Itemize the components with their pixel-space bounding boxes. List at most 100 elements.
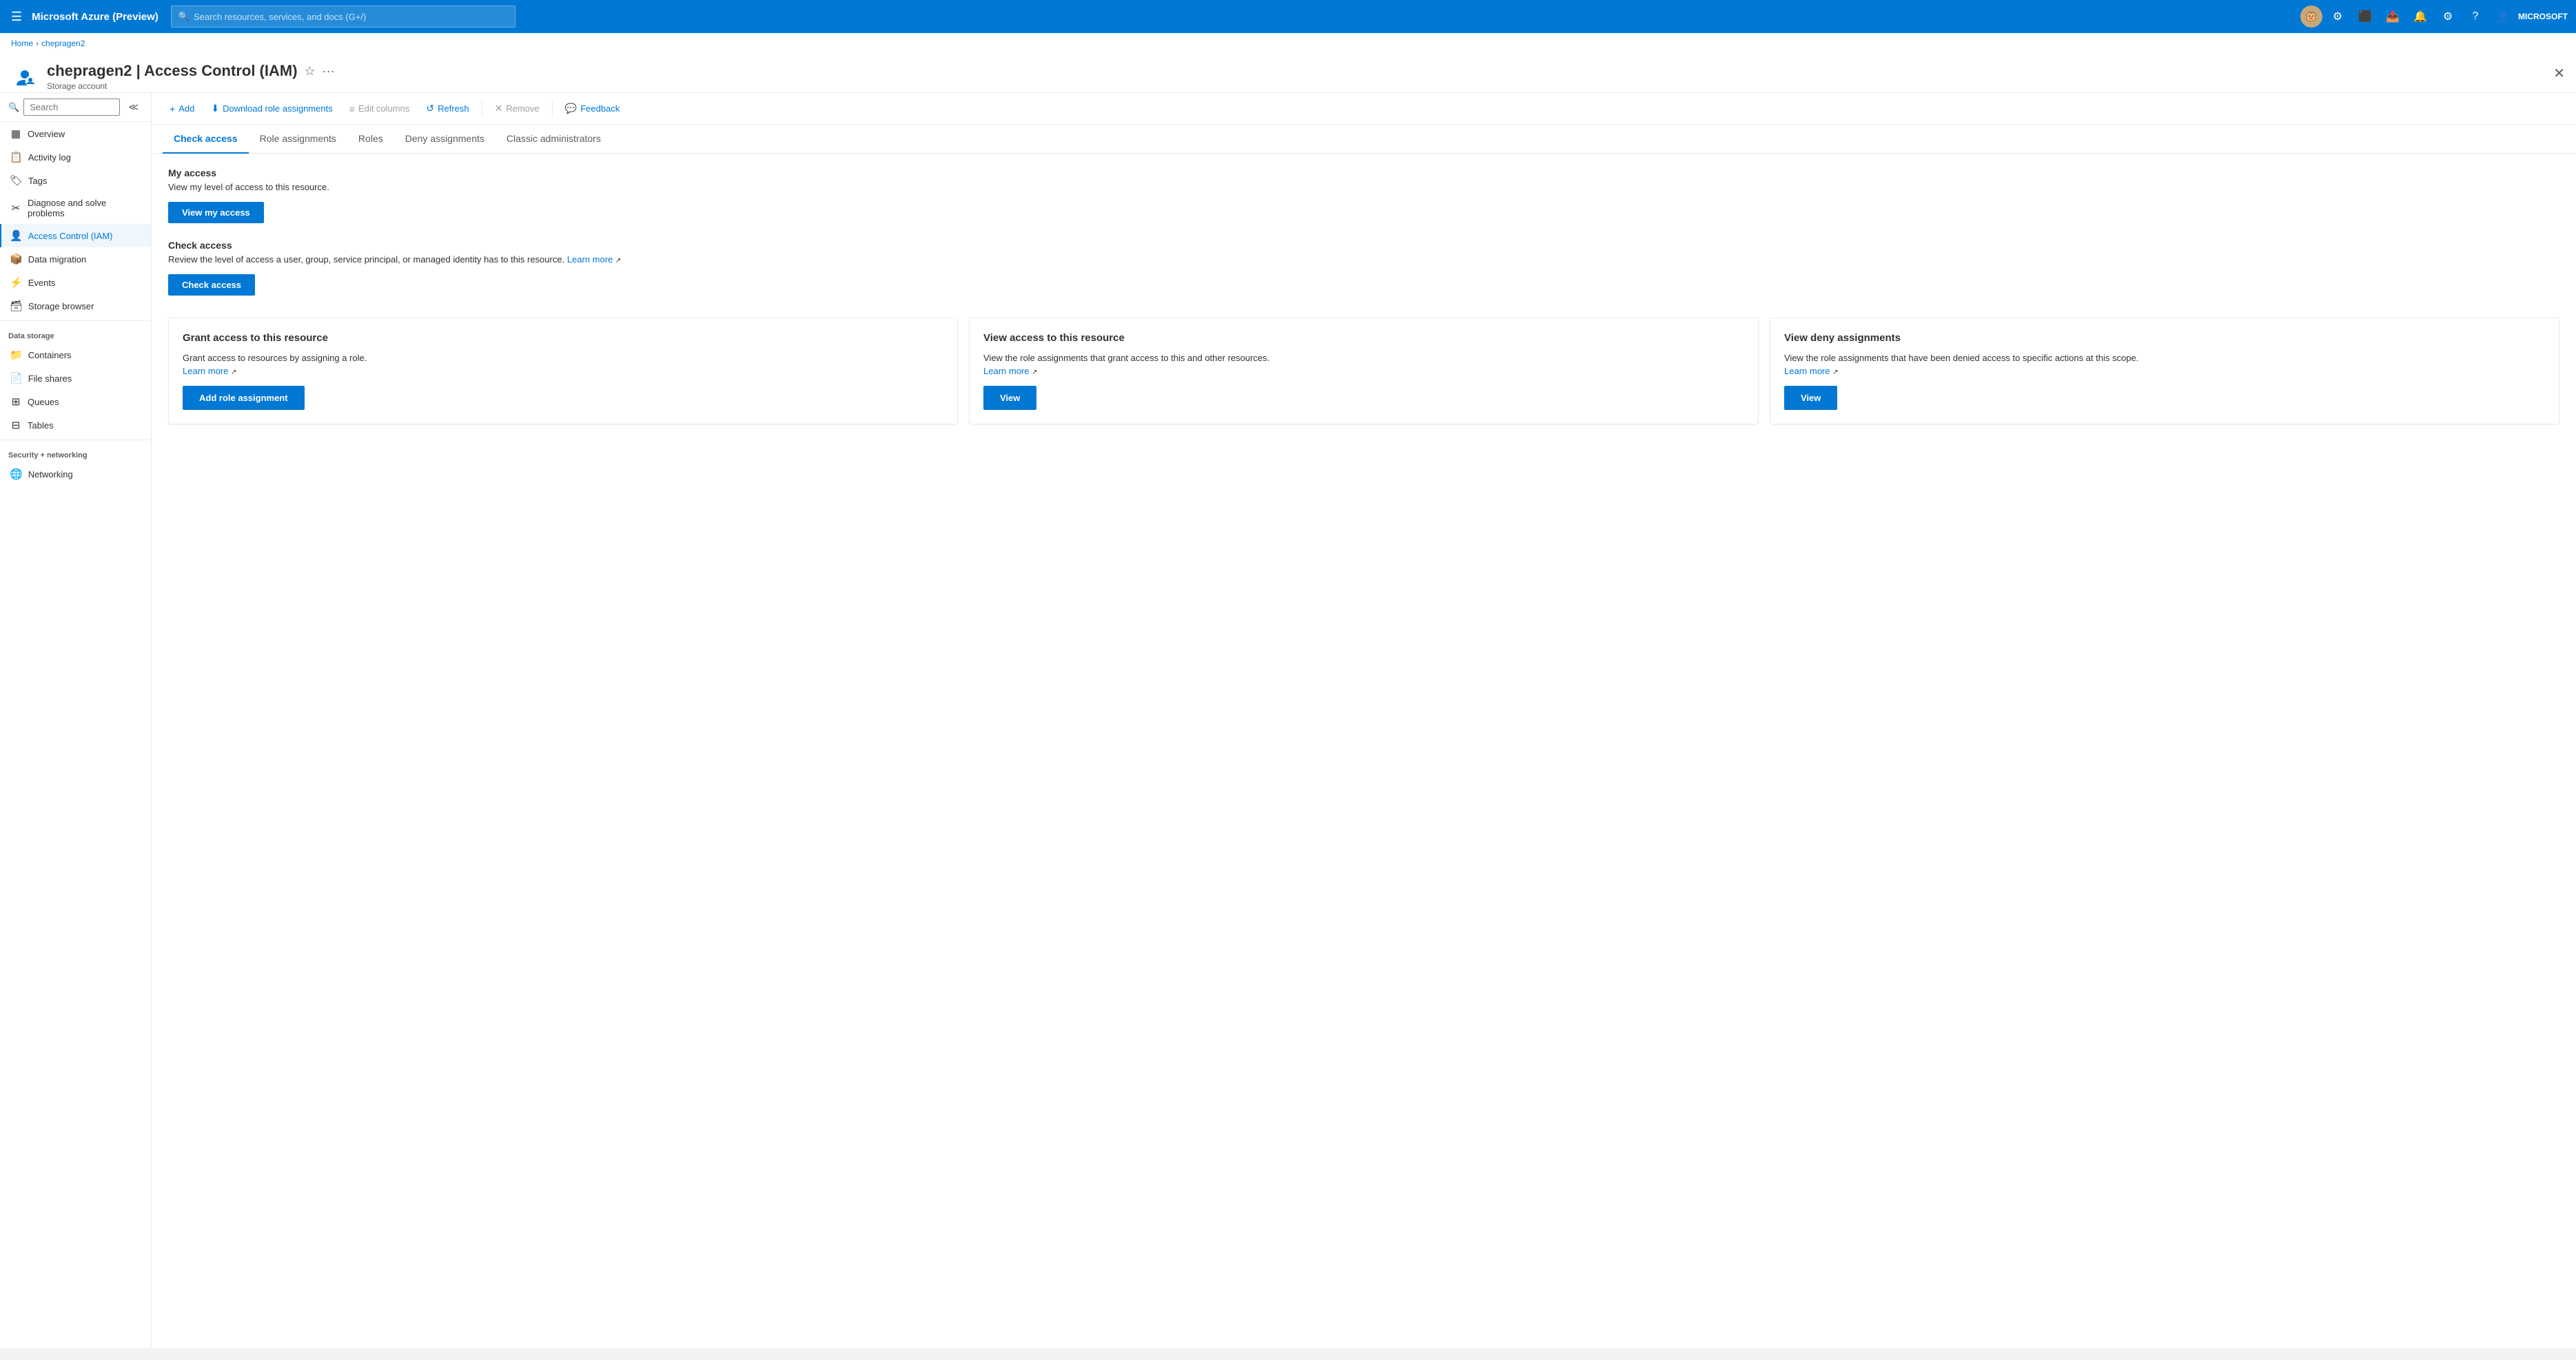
access-control-icon: 👤 — [10, 229, 23, 242]
view-access-learn-more-link[interactable]: Learn more — [983, 366, 1029, 376]
search-input[interactable] — [194, 12, 508, 22]
settings-icon[interactable]: ⚙ — [2435, 4, 2460, 29]
view-deny-card-title: View deny assignments — [1784, 332, 2545, 344]
check-access-section: Check access Review the level of access … — [168, 240, 2559, 312]
page-title: chepragen2 | Access Control (IAM) — [47, 62, 298, 80]
add-button[interactable]: + Add — [163, 99, 201, 119]
cards-row: Grant access to this resource Grant acce… — [168, 318, 2559, 424]
file-shares-icon: 📄 — [10, 372, 23, 384]
sidebar-item-data-migration[interactable]: 📦 Data migration — [0, 247, 151, 271]
tab-check-access[interactable]: Check access — [163, 125, 249, 154]
sidebar-item-activity-log[interactable]: 📋 Activity log — [0, 145, 151, 169]
content-area: + Add ⬇ Download role assignments ≡ Edit… — [152, 93, 2576, 1348]
refresh-icon: ↺ — [426, 103, 434, 114]
containers-icon: 📁 — [10, 349, 23, 361]
sidebar-item-label: Queues — [28, 397, 59, 407]
sidebar-item-label: Overview — [28, 129, 65, 139]
edit-columns-button[interactable]: ≡ Edit columns — [343, 99, 417, 119]
page-header: chepragen2 | Access Control (IAM) ☆ ··· … — [0, 54, 2576, 93]
view-access-button[interactable]: View — [983, 386, 1036, 410]
close-button[interactable]: ✕ — [2553, 65, 2565, 82]
sidebar-search-input[interactable] — [23, 99, 120, 116]
check-access-description: Review the level of access a user, group… — [168, 254, 2559, 266]
my-access-title: My access — [168, 167, 2559, 178]
external-link-icon-2: ↗ — [1032, 369, 1037, 376]
hamburger-menu[interactable]: ☰ — [8, 7, 25, 27]
sidebar-collapse-button[interactable]: ≪ — [124, 100, 143, 114]
app-logo: Microsoft Azure (Preview) — [32, 11, 159, 23]
sidebar-item-label: Tags — [28, 176, 47, 186]
view-access-card: View access to this resource View the ro… — [969, 318, 1759, 424]
grant-access-learn-more-link[interactable]: Learn more — [183, 366, 228, 376]
download-icon: ⬇ — [211, 103, 219, 114]
breadcrumb-separator: › — [36, 39, 39, 48]
feedback-icon: 💬 — [565, 103, 577, 114]
sidebar-item-containers[interactable]: 📁 Containers — [0, 343, 151, 367]
sidebar-item-label: Diagnose and solve problems — [28, 198, 143, 218]
sidebar-item-queues[interactable]: ⊞ Queues — [0, 390, 151, 413]
favorite-icon[interactable]: ☆ — [305, 64, 316, 79]
tab-role-assignments[interactable]: Role assignments — [249, 125, 347, 154]
view-deny-button[interactable]: View — [1784, 386, 1837, 410]
view-deny-learn-more-link[interactable]: Learn more — [1784, 366, 1830, 376]
directory-icon[interactable]: 👤 — [2491, 4, 2515, 29]
view-access-card-title: View access to this resource — [983, 332, 1744, 344]
refresh-button[interactable]: ↺ Refresh — [419, 99, 476, 119]
check-access-button[interactable]: Check access — [168, 274, 255, 296]
sidebar-item-diagnose[interactable]: ✂ Diagnose and solve problems — [0, 192, 151, 224]
main-layout: 🔍 ≪ ▦ Overview 📋 Activity log 🏷 Tags ✂ D… — [0, 93, 2576, 1348]
security-section-label: Security + networking — [0, 443, 151, 462]
storage-browser-icon: 🗃 — [10, 300, 23, 312]
sidebar-divider-1 — [0, 320, 151, 321]
sidebar-item-access-control[interactable]: 👤 Access Control (IAM) — [0, 224, 151, 247]
sidebar-item-networking[interactable]: 🌐 Networking — [0, 462, 151, 486]
sidebar-item-label: File shares — [28, 373, 72, 384]
remove-button[interactable]: ✕ Remove — [488, 99, 546, 119]
external-link-icon-1: ↗ — [231, 369, 236, 376]
add-icon: + — [170, 103, 175, 114]
sidebar-item-events[interactable]: ⚡ Events — [0, 271, 151, 294]
sidebar-item-storage-browser[interactable]: 🗃 Storage browser — [0, 294, 151, 318]
tabs-bar: Check access Role assignments Roles Deny… — [152, 125, 2576, 154]
tab-classic-administrators[interactable]: Classic administrators — [495, 125, 612, 154]
help-icon[interactable]: ? — [2463, 4, 2488, 29]
sidebar-search-icon: 🔍 — [8, 102, 19, 113]
tab-roles[interactable]: Roles — [347, 125, 394, 154]
more-options-icon[interactable]: ··· — [323, 64, 335, 79]
top-navigation: ☰ Microsoft Azure (Preview) 🔍 🐵 ⚙ ⬛ 📤 🔔 … — [0, 0, 2576, 33]
view-my-access-button[interactable]: View my access — [168, 202, 264, 223]
sidebar-item-label: Data migration — [28, 254, 87, 265]
my-access-section: My access View my level of access to thi… — [168, 167, 2559, 240]
tags-icon: 🏷 — [10, 174, 23, 187]
activity-log-icon: 📋 — [10, 151, 23, 163]
breadcrumb-current[interactable]: chepragen2 — [41, 39, 85, 48]
tab-deny-assignments[interactable]: Deny assignments — [394, 125, 495, 154]
sidebar-item-file-shares[interactable]: 📄 File shares — [0, 367, 151, 390]
cloud-shell-icon[interactable]: ⬛ — [2353, 4, 2378, 29]
sidebar: 🔍 ≪ ▦ Overview 📋 Activity log 🏷 Tags ✂ D… — [0, 93, 152, 1348]
breadcrumb-home[interactable]: Home — [11, 39, 33, 48]
check-access-panel: My access View my level of access to thi… — [152, 154, 2576, 438]
check-access-title: Check access — [168, 240, 2559, 251]
copilot-icon[interactable]: ⚙ — [2325, 4, 2350, 29]
external-link-icon: ↗ — [615, 257, 621, 265]
add-role-assignment-button[interactable]: Add role assignment — [183, 386, 305, 410]
portal-feedback-icon[interactable]: 📤 — [2380, 4, 2405, 29]
sidebar-item-tags[interactable]: 🏷 Tags — [0, 169, 151, 192]
feedback-button[interactable]: 💬 Feedback — [558, 99, 627, 119]
download-role-assignments-button[interactable]: ⬇ Download role assignments — [204, 99, 339, 119]
search-icon: 🔍 — [178, 11, 190, 22]
sidebar-item-overview[interactable]: ▦ Overview — [0, 122, 151, 145]
sidebar-item-label: Activity log — [28, 152, 71, 163]
check-access-learn-more-link[interactable]: Learn more — [567, 254, 613, 265]
my-access-description: View my level of access to this resource… — [168, 181, 2559, 194]
sidebar-item-tables[interactable]: ⊟ Tables — [0, 413, 151, 437]
global-search-bar[interactable]: 🔍 — [171, 6, 515, 28]
notifications-icon[interactable]: 🔔 — [2408, 4, 2433, 29]
sidebar-item-label: Events — [28, 278, 56, 288]
user-avatar[interactable]: 🐵 — [2300, 6, 2322, 28]
grant-access-card-description: Grant access to resources by assigning a… — [183, 352, 943, 377]
breadcrumb: Home › chepragen2 — [0, 33, 2576, 54]
remove-icon: ✕ — [495, 103, 503, 114]
page-header-icon — [11, 65, 39, 92]
